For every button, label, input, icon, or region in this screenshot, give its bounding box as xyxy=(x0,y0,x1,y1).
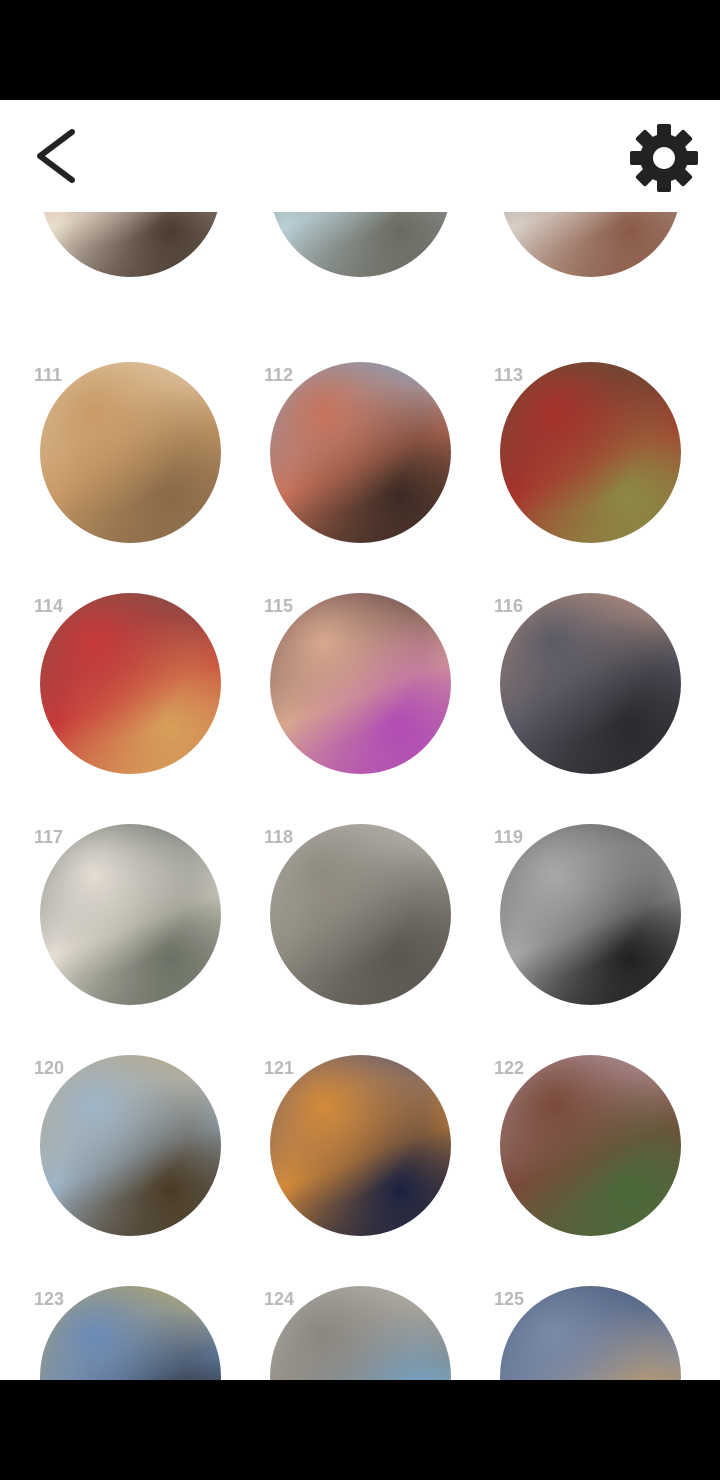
wallpaper-item[interactable]: 117 xyxy=(34,824,240,1050)
wallpaper-item[interactable]: 124 xyxy=(264,1286,470,1380)
mirrored-building-sky-thumbnail xyxy=(40,1286,221,1380)
old-street-buildings-thumbnail xyxy=(270,1286,451,1380)
vintage-beetle-car-thumbnail xyxy=(270,212,451,277)
wallpaper-item[interactable] xyxy=(270,212,470,316)
wallpaper-grid: 111 112 113 114 115 116 117 118 119 120 121 122 123 1… xyxy=(0,212,720,1380)
bench-by-lake-autumn-thumbnail xyxy=(40,1055,221,1236)
red-cocktails-table-thumbnail xyxy=(40,593,221,774)
wallpaper-item[interactable]: 125 xyxy=(494,1286,700,1380)
item-number: 119 xyxy=(494,827,524,847)
buildings-looking-up-sky-thumbnail xyxy=(270,362,451,543)
aerial-flower-shaped-building-thumbnail xyxy=(40,824,221,1005)
notebook-glasses-pencil-thumbnail xyxy=(40,212,221,277)
wallpaper-item[interactable]: 118 xyxy=(264,824,470,1050)
curved-metal-architecture-thumbnail xyxy=(500,824,681,1005)
canal-warehouse-night-thumbnail xyxy=(270,1055,451,1236)
wallpaper-item[interactable] xyxy=(40,212,240,316)
item-number: 113 xyxy=(494,365,524,385)
chevron-left-icon xyxy=(37,129,75,183)
wallpaper-item[interactable]: 122 xyxy=(494,1055,700,1281)
city-skyline-pier-sunset-thumbnail xyxy=(500,593,681,774)
item-number: 122 xyxy=(494,1058,525,1078)
wallpaper-item[interactable]: 123 xyxy=(34,1286,240,1380)
item-number: 111 xyxy=(34,365,63,385)
item-number: 123 xyxy=(34,1289,65,1309)
item-number: 118 xyxy=(264,827,294,847)
settings-button[interactable] xyxy=(626,120,702,196)
hands-with-ring-ribbon-thumbnail xyxy=(270,593,451,774)
item-number: 120 xyxy=(34,1058,65,1078)
navigation-bar xyxy=(0,1380,720,1480)
angular-building-facade-thumbnail xyxy=(270,824,451,1005)
wallpaper-item[interactable]: 120 xyxy=(34,1055,240,1281)
item-number: 115 xyxy=(264,596,294,616)
wallpaper-item[interactable]: 115 xyxy=(264,593,470,819)
wallpaper-item[interactable]: 121 xyxy=(264,1055,470,1281)
item-number: 114 xyxy=(34,596,64,616)
wallpaper-item[interactable]: 119 xyxy=(494,824,700,1050)
item-number: 121 xyxy=(264,1058,295,1078)
red-japanese-temple-lake-thumbnail xyxy=(500,362,681,543)
item-number: 125 xyxy=(494,1289,525,1309)
wallpaper-item[interactable]: 116 xyxy=(494,593,700,819)
app-screen: 111 112 113 114 115 116 117 118 119 120 121 122 123 1… xyxy=(0,100,720,1380)
back-button[interactable] xyxy=(26,122,90,192)
item-number: 117 xyxy=(34,827,64,847)
hands-map-tablet-thumbnail xyxy=(500,212,681,277)
item-number: 124 xyxy=(264,1289,295,1309)
toolbar xyxy=(0,100,720,212)
item-number: 116 xyxy=(494,596,524,616)
status-bar xyxy=(0,0,720,100)
wallpaper-item[interactable]: 113 xyxy=(494,362,700,588)
wooden-boat-on-beach-thumbnail xyxy=(40,362,221,543)
item-number: 112 xyxy=(264,365,294,385)
gear-icon xyxy=(630,124,698,192)
pavilion-reflection-lake-thumbnail xyxy=(500,1055,681,1236)
wallpaper-item[interactable] xyxy=(500,212,700,316)
wallpaper-item[interactable]: 114 xyxy=(34,593,240,819)
wallpaper-item[interactable]: 111 xyxy=(34,362,240,588)
city-night-towers-thumbnail xyxy=(500,1286,681,1380)
wallpaper-item[interactable]: 112 xyxy=(264,362,470,588)
